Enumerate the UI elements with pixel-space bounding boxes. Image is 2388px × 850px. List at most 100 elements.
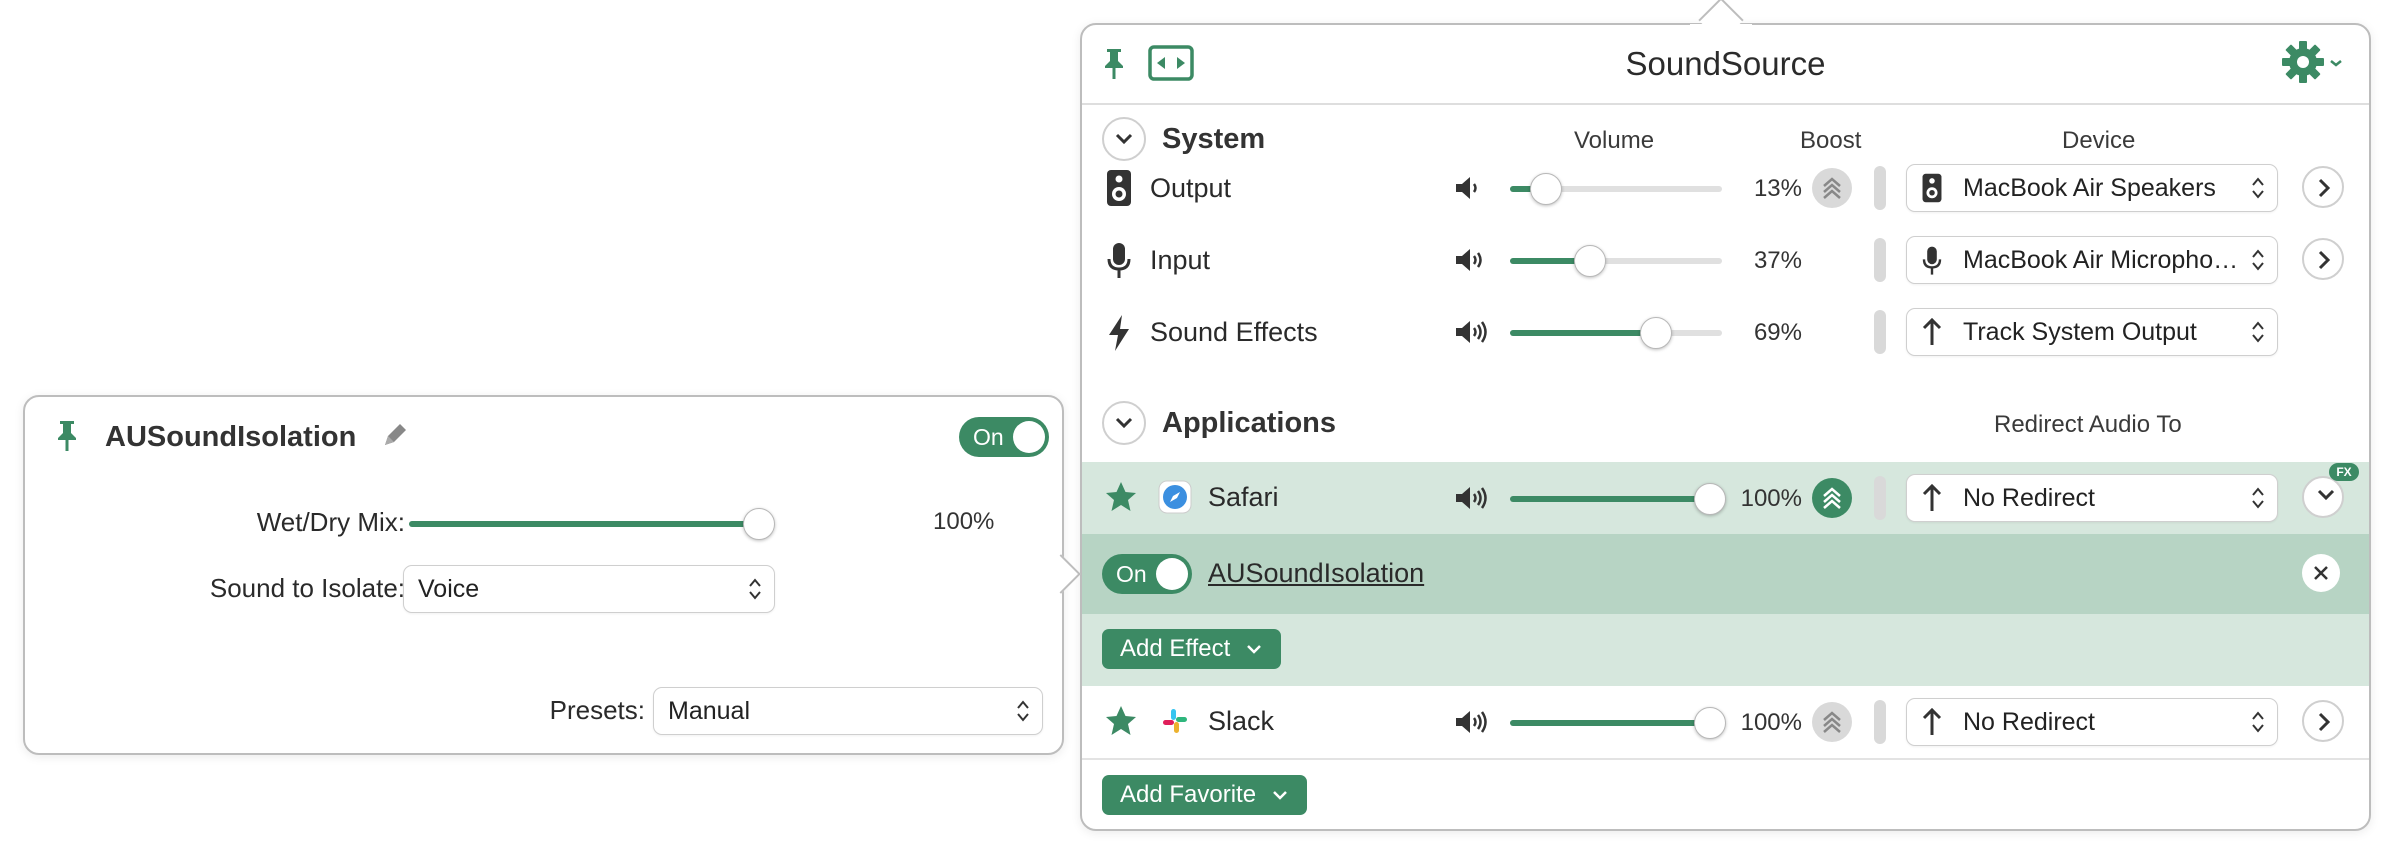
speaker-icon (1921, 173, 1943, 208)
volume-column-header: Volume (1574, 127, 1655, 154)
output-device-select[interactable]: MacBook Air Speakers (1906, 164, 2278, 212)
safari-redirect-value: No Redirect (1963, 484, 2095, 512)
updown-chevron-icon (748, 577, 762, 606)
microphone-icon (1106, 241, 1132, 286)
presets-select[interactable]: Manual (653, 687, 1043, 735)
microphone-icon (1921, 245, 1943, 282)
input-label: Input (1150, 245, 1211, 275)
updown-chevron-icon (1016, 699, 1030, 728)
divider (1874, 166, 1886, 210)
effect-row: On AUSoundIsolation (1082, 534, 2369, 614)
fx-badge: FX (2329, 463, 2359, 481)
sound-effects-label: Sound Effects (1150, 317, 1318, 347)
updown-chevron-icon (2251, 248, 2265, 277)
slack-percent: 100% (1740, 709, 1802, 736)
input-volume-knob[interactable] (1574, 245, 1606, 277)
volume-icon[interactable] (1454, 175, 1484, 206)
slack-redirect-select[interactable]: No Redirect (1906, 698, 2278, 746)
sound-to-isolate-label: Sound to Isolate: (209, 573, 405, 603)
effect-name-link[interactable]: AUSoundIsolation (1208, 558, 1424, 589)
device-column-header: Device (2062, 127, 2136, 154)
sound-effects-volume-knob[interactable] (1640, 317, 1672, 349)
toggle-knob (1013, 421, 1045, 453)
effect-panel-title: AUSoundIsolation (105, 421, 357, 453)
system-disclosure-button[interactable] (1102, 117, 1146, 161)
divider (1874, 700, 1886, 744)
input-device-select[interactable]: MacBook Air Micropho… (1906, 236, 2278, 284)
output-details-button[interactable] (2302, 166, 2344, 208)
applications-heading: Applications (1162, 407, 1337, 439)
favorite-star-icon[interactable] (1104, 480, 1138, 519)
wet-dry-fill (409, 521, 759, 527)
add-effect-button[interactable]: Add Effect (1102, 629, 1281, 669)
volume-icon[interactable] (1454, 247, 1486, 278)
divider (1874, 476, 1886, 520)
wet-dry-value: 100% (933, 508, 995, 535)
output-volume-slider[interactable] (1510, 173, 1722, 205)
effect-enable-toggle[interactable]: On (1102, 554, 1192, 594)
app-row-safari[interactable]: Safari 100% No Redirect FX (1082, 462, 2369, 534)
input-device-value: MacBook Air Micropho… (1963, 246, 2239, 274)
slack-label: Slack (1208, 706, 1275, 736)
output-label: Output (1150, 173, 1232, 203)
input-details-button[interactable] (2302, 238, 2344, 280)
safari-boost-button[interactable] (1812, 478, 1852, 518)
pin-icon[interactable] (55, 419, 79, 458)
input-volume-slider[interactable] (1510, 245, 1722, 277)
volume-icon[interactable] (1454, 709, 1488, 740)
presets-label: Presets: (549, 695, 645, 725)
updown-chevron-icon (2251, 176, 2265, 205)
add-favorite-button[interactable]: Add Favorite (1102, 775, 1307, 815)
input-percent: 37% (1753, 247, 1802, 274)
output-device-value: MacBook Air Speakers (1963, 174, 2216, 202)
safari-icon (1158, 480, 1192, 519)
slack-volume-slider[interactable] (1510, 707, 1726, 739)
arrow-up-icon (1921, 707, 1943, 742)
safari-label: Safari (1208, 482, 1279, 512)
sound-effects-volume-slider[interactable] (1510, 317, 1722, 349)
arrow-cover (1690, 24, 1752, 38)
remove-effect-button[interactable] (2302, 554, 2340, 592)
soundsource-window: SoundSource System Volume Boost Device O… (1080, 23, 2371, 831)
divider (1874, 238, 1886, 282)
sound-to-isolate-select[interactable]: Voice (403, 565, 775, 613)
app-title: SoundSource (1625, 45, 1826, 82)
arrow-up-icon (1921, 317, 1943, 352)
add-effect-row: Add Effect (1082, 614, 2369, 686)
updown-chevron-icon (2251, 320, 2265, 349)
chevron-down-icon (1272, 791, 1287, 800)
toggle-label: On (1116, 561, 1147, 587)
output-volume-knob[interactable] (1530, 173, 1562, 205)
wet-dry-slider[interactable] (409, 508, 775, 540)
safari-volume-knob[interactable] (1694, 483, 1726, 515)
sound-effects-device-select[interactable]: Track System Output (1906, 308, 2278, 356)
wet-dry-knob[interactable] (743, 508, 775, 540)
effect-settings-panel: AUSoundIsolation On Wet/Dry Mix: 100% So… (23, 395, 1064, 755)
chevron-down-icon (1247, 645, 1261, 654)
slack-icon (1160, 706, 1190, 741)
slack-details-button[interactable] (2302, 700, 2344, 742)
toggle-knob (1156, 558, 1188, 590)
volume-icon[interactable] (1454, 485, 1488, 516)
divider (1874, 310, 1886, 354)
sound-effects-percent: 69% (1753, 319, 1802, 346)
output-boost-button[interactable] (1812, 168, 1852, 208)
volume-icon[interactable] (1454, 319, 1488, 350)
output-percent: 13% (1753, 175, 1802, 202)
gear-icon[interactable] (2281, 39, 2345, 90)
applications-disclosure-button[interactable] (1102, 401, 1146, 445)
safari-effects-toggle-button[interactable] (2302, 476, 2344, 518)
slack-volume-knob[interactable] (1694, 707, 1726, 739)
pencil-icon[interactable] (381, 421, 409, 454)
sound-to-isolate-value: Voice (418, 575, 480, 603)
slack-boost-button[interactable] (1812, 702, 1852, 742)
toggle-label: On (973, 424, 1004, 450)
app-row-slack[interactable]: Slack 100% No Redirect (1082, 686, 2369, 760)
safari-redirect-select[interactable]: No Redirect (1906, 474, 2278, 522)
safari-volume-fill (1510, 496, 1722, 502)
safari-volume-slider[interactable] (1510, 483, 1726, 515)
updown-chevron-icon (2251, 486, 2265, 515)
effect-panel-toggle[interactable]: On (959, 417, 1049, 457)
favorite-star-icon[interactable] (1104, 704, 1138, 743)
add-favorite-label: Add Favorite (1120, 781, 1257, 808)
